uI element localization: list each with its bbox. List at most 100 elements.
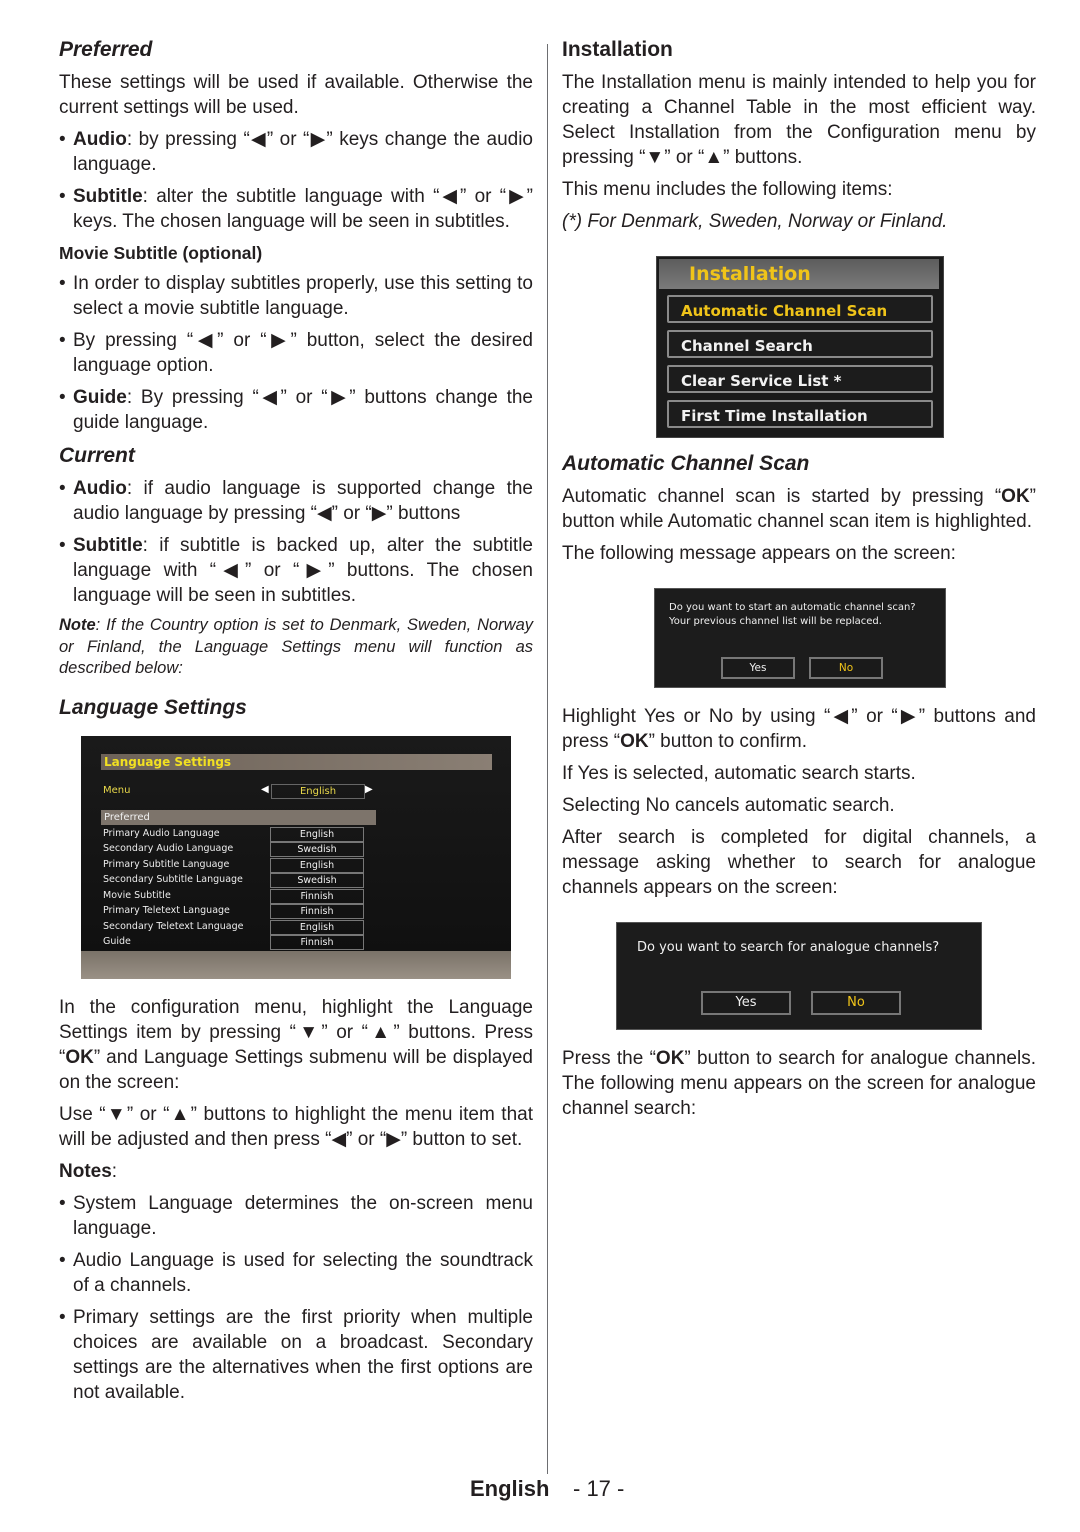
no-button: No [811,991,901,1015]
setting-value: Finnish [270,904,364,919]
note-bullet: Audio Language is used for selecting the… [59,1248,533,1298]
ok-label: OK [620,731,649,752]
bullet-text: : alter the subtitle language with “◀” o… [73,186,533,232]
setting-row: Primary Teletext Language Finnish [103,904,373,920]
yes-button: Yes [701,991,791,1015]
setting-label: Secondary Teletext Language [103,920,244,932]
text: ” and Language Settings submenu will be … [59,1046,533,1093]
term: Audio [73,129,127,150]
bullet-text: : if audio language is supported change … [73,478,533,524]
language-settings-para2: Use “▼” or “▲” buttons to highlight the … [59,1103,533,1150]
dialog-message: Do you want to start an automatic channe… [669,602,916,627]
auto-scan-para1: Automatic channel scan is started by pre… [562,484,1036,534]
auto-scan-para6: After search is completed for digital ch… [562,827,1036,898]
setting-row: Guide Finnish [103,935,373,951]
bullet-audio: Audio: by pressing “◀” or “▶” keys chang… [59,127,533,177]
setting-value: English [270,919,364,935]
note-bullet: System Language determines the on-screen… [59,1191,533,1241]
text: Press the “ [562,1048,656,1069]
setting-label: Guide [103,936,131,947]
screen-title: Installation [659,259,939,289]
arrow-left-icon: ◀ [261,783,269,795]
setting-label: Secondary Audio Language [103,843,234,854]
setting-value: Finnish [270,935,364,950]
colon: : [111,1160,118,1182]
footer-language: English [470,1476,550,1501]
screen-title: Language Settings [101,753,492,770]
language-rows: Primary Audio Language English Secondary … [103,826,373,951]
yes-button: Yes [721,657,795,679]
auto-scan-para2: The following message appears on the scr… [562,543,956,564]
text: ” button to confirm. [648,731,807,752]
country-note: Note: If the Country option is set to De… [59,615,533,680]
setting-label: Primary Audio Language [103,827,220,839]
preferred-intro: These settings will be used if available… [59,72,533,118]
bullet-current-audio: Audio: if audio language is supported ch… [59,476,533,526]
setting-row: Primary Subtitle Language English [103,857,373,874]
dialog-message: Do you want to search for analogue chann… [637,940,940,955]
menu-item-first-time-installation: First Time Installation [667,400,933,428]
installation-heading: Installation [562,38,673,61]
right-column: Installation The Installation menu is ma… [562,36,1036,1128]
auto-scan-dialog-screenshot: Do you want to start an automatic channe… [654,588,946,688]
setting-row: Secondary Audio Language Swedish [103,842,373,858]
notes-label: Notes [59,1160,112,1182]
note-label: Note [59,616,96,634]
current-heading: Current [59,444,135,467]
notes-heading: Notes: [59,1159,533,1184]
language-settings-heading: Language Settings [59,695,247,719]
term: Guide [73,387,127,408]
text: Automatic channel scan is started by pre… [562,486,1002,507]
bullet-text: In order to display subtitles properly, … [73,273,533,319]
ok-label: OK [1001,486,1030,507]
installation-footnote: (*) For Denmark, Sweden, Norway or Finla… [562,211,948,232]
screen-footer-bar [81,950,511,979]
term: Subtitle [73,535,143,556]
setting-value: Finnish [270,888,364,904]
installation-para2: This menu includes the following items: [562,179,893,200]
no-button: No [809,657,883,679]
bullet-text: By pressing “◀” or “▶” button, select th… [73,330,533,376]
language-settings-para1: In the configuration menu, highlight the… [59,995,533,1095]
note-bullet: Primary settings are the first priority … [59,1305,533,1405]
menu-value: English [271,783,365,799]
preferred-section-bar: Preferred [101,809,376,825]
installation-para1: The Installation menu is mainly intended… [562,72,1036,168]
setting-value: English [270,826,364,842]
setting-label: Secondary Subtitle Language [103,874,243,885]
page-number: - 17 - [573,1476,625,1501]
auto-scan-heading: Automatic Channel Scan [562,452,810,475]
menu-item-channel-search: Channel Search [667,330,933,358]
setting-row: Movie Subtitle Finnish [103,888,373,905]
menu-item-clear-service-list: Clear Service List * [667,365,933,393]
movie-subtitle-heading: Movie Subtitle (optional) [59,243,263,263]
term: Audio [73,478,127,499]
term: Subtitle [73,186,143,207]
setting-value: Swedish [270,873,364,888]
auto-scan-para7: Press the “OK” button to search for anal… [562,1046,1036,1121]
bullet-text: : by pressing “◀” or “▶” keys change the… [73,129,533,175]
bullet-by-pressing: By pressing “◀” or “▶” button, select th… [59,328,533,378]
installation-menu-screenshot: Installation Automatic Channel Scan Chan… [656,256,944,438]
bullet-subtitle: Subtitle: alter the subtitle language wi… [59,184,533,234]
bullet-current-subtitle: Subtitle: if subtitle is backed up, alte… [59,533,533,608]
note-text: : If the Country option is set to Denmar… [59,616,533,677]
bullet-guide: Guide: By pressing “◀” or “▶” buttons ch… [59,385,533,435]
left-column: Preferred These settings will be used if… [59,36,533,1412]
setting-row: Secondary Subtitle Language Swedish [103,873,373,889]
setting-value: English [270,857,364,873]
bullet-text: : if subtitle is backed up, alter the su… [73,535,533,606]
setting-label: Primary Teletext Language [103,905,230,916]
ok-label: OK [65,1046,94,1068]
auto-scan-para3: Highlight Yes or No by using “◀” or “▶” … [562,704,1036,754]
arrow-right-icon: ▶ [365,783,373,795]
auto-scan-para5: Selecting No cancels automatic search. [562,795,895,816]
menu-item-automatic-channel-scan: Automatic Channel Scan [667,295,933,323]
ok-label: OK [655,1048,685,1069]
setting-row: Secondary Teletext Language English [103,919,373,936]
setting-label: Primary Subtitle Language [103,858,230,870]
preferred-heading: Preferred [59,38,153,61]
language-settings-screenshot: Language Settings Menu ◀ English ▶ Prefe… [81,735,511,979]
setting-value: Swedish [270,842,364,857]
bullet-movie-subtitle: In order to display subtitles properly, … [59,271,533,321]
